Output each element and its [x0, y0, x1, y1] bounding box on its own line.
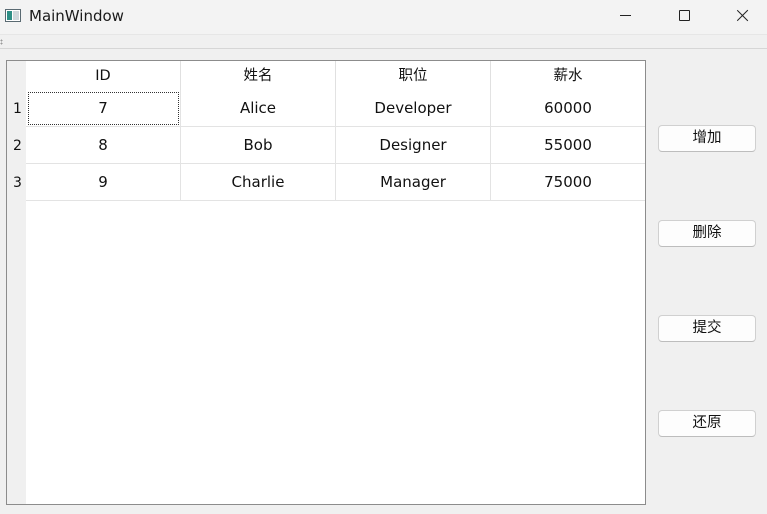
table-cell-name[interactable]: Bob: [181, 127, 336, 164]
table-cell-position[interactable]: Developer: [336, 90, 491, 127]
column-header-name[interactable]: 姓名: [181, 61, 336, 90]
table-cell-salary[interactable]: 60000: [491, 90, 645, 127]
column-header-id[interactable]: ID: [26, 61, 181, 90]
table-row: 3 9 Charlie Manager 75000: [7, 164, 645, 201]
menu-bar: [0, 35, 767, 49]
table-cell-id[interactable]: 9: [26, 164, 181, 201]
table-cell-id[interactable]: 8: [26, 127, 181, 164]
maximize-icon: [679, 10, 690, 21]
column-header-salary[interactable]: 薪水: [491, 61, 645, 90]
window-app-icon: [5, 9, 21, 22]
revert-button[interactable]: 还原: [658, 410, 756, 437]
table-cell-position[interactable]: Designer: [336, 127, 491, 164]
close-icon: [736, 9, 749, 22]
row-header[interactable]: 2: [7, 127, 26, 164]
toolbar-grip-handle[interactable]: [0, 39, 3, 45]
table-cell-salary[interactable]: 55000: [491, 127, 645, 164]
table-header-row: ID 姓名 职位 薪水: [26, 61, 645, 90]
window-title: MainWindow: [29, 7, 124, 25]
table-cell-id[interactable]: 7: [26, 90, 181, 127]
table-cell-salary[interactable]: 75000: [491, 164, 645, 201]
table-row: 1 7 Alice Developer 60000: [7, 90, 645, 127]
column-header-position[interactable]: 职位: [336, 61, 491, 90]
delete-button[interactable]: 删除: [658, 220, 756, 247]
row-header[interactable]: 1: [7, 90, 26, 127]
table-cell-position[interactable]: Manager: [336, 164, 491, 201]
row-header[interactable]: 3: [7, 164, 26, 201]
minimize-button[interactable]: [597, 0, 655, 34]
maximize-button[interactable]: [655, 0, 713, 34]
table-row: 2 8 Bob Designer 55000: [7, 127, 645, 164]
submit-button[interactable]: 提交: [658, 315, 756, 342]
close-button[interactable]: [713, 0, 767, 34]
add-button[interactable]: 增加: [658, 125, 756, 152]
title-bar: MainWindow: [0, 0, 767, 35]
table-cell-name[interactable]: Alice: [181, 90, 336, 127]
table-cell-name[interactable]: Charlie: [181, 164, 336, 201]
employee-table[interactable]: ID 姓名 职位 薪水 1 7 Alice Developer 60000 2 …: [6, 60, 646, 505]
minimize-icon: [620, 15, 631, 16]
